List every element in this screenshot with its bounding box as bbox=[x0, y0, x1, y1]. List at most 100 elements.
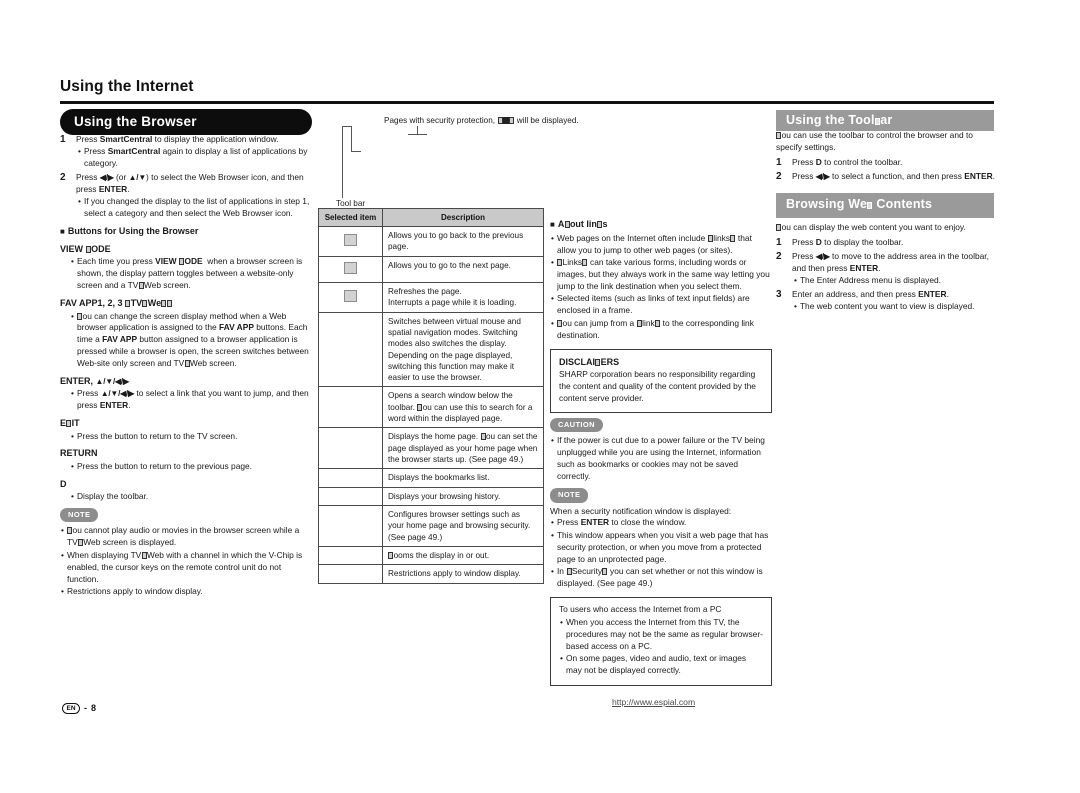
button-name-fav-app: FAV APP1, 2, 3 TV We bbox=[60, 297, 312, 310]
caution-item: If the power is cut due to a power failu… bbox=[550, 435, 772, 483]
missing-glyph-icon bbox=[77, 312, 83, 320]
step-number: 2 bbox=[60, 171, 66, 183]
missing-glyph-icon bbox=[161, 300, 167, 308]
missing-glyph-icon bbox=[142, 300, 148, 308]
missing-glyph-icon bbox=[557, 259, 563, 267]
step-body: Press ◀/▶ (or ▲/▼) to select the Web Bro… bbox=[76, 172, 312, 220]
cell-description: Displays the home page. ou can set the p… bbox=[382, 427, 544, 470]
page-number: 8 bbox=[91, 703, 97, 714]
disclaimer-title: DISCLAI ERS bbox=[559, 356, 620, 367]
bracket-bottom-vertical bbox=[351, 138, 353, 152]
cell-description: Switches between virtual mouse and spati… bbox=[382, 311, 544, 388]
section-heading-browsing-web-contents: Browsing We Contents bbox=[776, 192, 994, 218]
left-column: 1 Press SmartCentral to display the appl… bbox=[60, 134, 312, 598]
button-name-return: RETURN bbox=[60, 448, 98, 459]
section-heading-using-the-toolbar: Using the Tool ar bbox=[776, 110, 994, 131]
bracket-top-vertical bbox=[351, 126, 353, 138]
language-code: EN bbox=[62, 703, 81, 714]
step-sub-bullet: The web content you want to view is disp… bbox=[792, 301, 996, 313]
missing-glyph-icon bbox=[480, 433, 486, 441]
missing-glyph-icon bbox=[497, 117, 503, 124]
step-body: Press SmartCentral to display the applic… bbox=[76, 134, 312, 170]
note-item: ou cannot play audio or movies in the br… bbox=[60, 525, 312, 549]
note-item: Press ENTER to close the window. bbox=[550, 517, 772, 529]
missing-glyph-icon bbox=[874, 118, 880, 125]
button-desc-return: Press the button to return to the previo… bbox=[60, 461, 312, 473]
missing-glyph-icon bbox=[776, 132, 782, 139]
step-body: Press ◀/▶ to select a function, and then… bbox=[792, 171, 995, 182]
missing-glyph-icon bbox=[595, 358, 601, 366]
about-links-item: Selected items (such as links of text in… bbox=[550, 293, 772, 317]
right-column-spacer bbox=[550, 112, 772, 212]
cell-icon bbox=[318, 311, 383, 388]
step-number: 1 bbox=[60, 134, 66, 145]
step-number: 2 bbox=[776, 251, 782, 263]
step-body: Press D to display the toolbar. bbox=[792, 236, 904, 247]
table-row: Switches between virtual mouse and spati… bbox=[318, 311, 544, 388]
pc-users-item: When you access the Internet from this T… bbox=[559, 617, 763, 653]
missing-glyph-icon bbox=[509, 117, 515, 124]
missing-glyph-icon bbox=[776, 223, 782, 231]
table-row: Configures browser settings such as your… bbox=[318, 504, 544, 547]
missing-glyph-icon bbox=[184, 360, 190, 368]
caution-list: If the power is cut due to a power failu… bbox=[550, 435, 772, 483]
footer-url[interactable]: http://www.espial.com bbox=[612, 697, 695, 707]
about-links-item: Links can take various forms, including … bbox=[550, 257, 772, 293]
missing-glyph-icon bbox=[557, 319, 563, 327]
pc-users-list: When you access the Internet from this T… bbox=[559, 617, 763, 677]
page-title: Using the Internet bbox=[60, 78, 194, 95]
cell-description: Opens a search window below the toolbar.… bbox=[382, 386, 544, 429]
missing-glyph-icon bbox=[636, 319, 642, 327]
toolbar-functions-table: Selected item Description Allows you to … bbox=[318, 207, 544, 584]
step-number: 2 bbox=[776, 171, 782, 183]
missing-glyph-icon bbox=[78, 539, 83, 547]
right-notes-list: Press ENTER to close the window. This wi… bbox=[550, 517, 772, 590]
table-row: Refreshes the page. Interrupts a page whi… bbox=[318, 281, 544, 313]
missing-glyph-icon bbox=[655, 319, 661, 327]
step-number: 3 bbox=[776, 288, 782, 300]
missing-glyph-icon bbox=[179, 258, 185, 266]
pc-users-box: To users who access the Internet from a … bbox=[550, 597, 772, 686]
right-column: Aout lins Web pages on the Internet ofte… bbox=[550, 112, 772, 686]
note-item: This window appears when you visit a web… bbox=[550, 530, 772, 566]
button-name-enter-cursor: ENTER, ▲/▼/◀/▶ bbox=[60, 376, 129, 387]
toolbar-step-2: 2 Press ◀/▶ to select a function, and th… bbox=[776, 171, 996, 184]
missing-glyph-icon bbox=[564, 221, 570, 228]
cell-description: Allows you to go back to the previous pa… bbox=[382, 226, 544, 257]
missing-glyph-icon bbox=[867, 201, 873, 209]
table-row: Restrictions apply to window display. bbox=[318, 564, 544, 584]
note-intro: When a security notification window is d… bbox=[550, 505, 732, 516]
table-row: Displays the bookmarks list. bbox=[318, 468, 544, 488]
refresh-icon bbox=[344, 289, 357, 302]
button-name-exit: E IT bbox=[60, 418, 80, 429]
step-number: 1 bbox=[776, 156, 782, 168]
table-row: Allows you to go to the next page. bbox=[318, 255, 544, 283]
button-name-view-mode: VIEW ODE bbox=[60, 244, 111, 255]
cell-description: ooms the display in or out. bbox=[382, 545, 544, 566]
cell-icon bbox=[318, 504, 383, 547]
step-sub-bullet: If you changed the display to the list o… bbox=[76, 196, 312, 220]
about-links-item: ou can jump from a link to the correspon… bbox=[550, 318, 772, 342]
note-badge: NOTE bbox=[550, 488, 589, 503]
cell-icon bbox=[318, 564, 383, 584]
toolbar-intro: ou can use the toolbar to control the br… bbox=[776, 130, 973, 152]
forward-arrow-icon bbox=[344, 261, 357, 274]
step-number: 1 bbox=[776, 236, 782, 248]
subsection-buttons-for-using-the-browser: Buttons for Using the Browser bbox=[60, 225, 312, 238]
section-heading-using-the-browser: Using the Browser bbox=[60, 109, 312, 135]
table-row: Opens a search window below the toolbar.… bbox=[318, 386, 544, 429]
cell-icon bbox=[318, 281, 383, 313]
cell-description: Configures browser settings such as your… bbox=[382, 504, 544, 547]
missing-glyph-icon bbox=[138, 282, 144, 290]
cell-icon bbox=[318, 255, 383, 283]
cell-icon bbox=[318, 486, 383, 506]
table-body: Allows you to go back to the previous pa… bbox=[318, 226, 544, 584]
table-row: Allows you to go back to the previous pa… bbox=[318, 226, 544, 257]
step-body: Press D to control the toolbar. bbox=[792, 156, 903, 167]
disclaimer-box: DISCLAI ERS SHARP corporation bears no re… bbox=[550, 348, 772, 414]
toolbar-label: Tool bar bbox=[336, 199, 366, 208]
button-desc-exit: Press the button to return to the TV scr… bbox=[60, 431, 312, 443]
table-row: ooms the display in or out. bbox=[318, 545, 544, 566]
disclaimer-body: SHARP corporation bears no responsibilit… bbox=[559, 369, 756, 404]
column-header-selected-item: Selected item bbox=[318, 207, 383, 228]
